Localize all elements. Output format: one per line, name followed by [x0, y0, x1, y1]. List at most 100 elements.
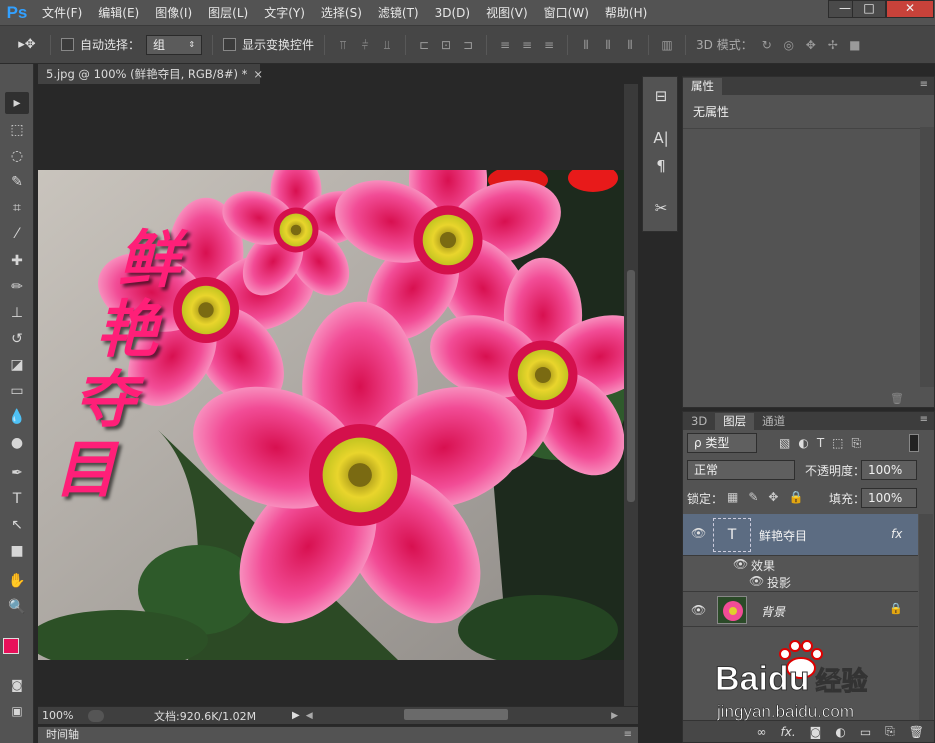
distribute-hcenter-icon[interactable]: ⦀	[600, 38, 616, 52]
horizontal-scrollbar-thumb[interactable]	[404, 709, 508, 720]
tab-channels[interactable]: 通道	[754, 413, 793, 430]
auto-select-checkbox[interactable]	[61, 38, 74, 51]
properties-menu-icon[interactable]: ≡	[920, 79, 928, 90]
menu-type[interactable]: 文字(Y)	[256, 0, 313, 26]
distribute-left-icon[interactable]: ⦀	[578, 38, 594, 52]
layer-row-background[interactable]: 👁 背景 🔒	[683, 593, 918, 627]
character-panel-icon[interactable]: A|	[649, 127, 673, 149]
opacity-input[interactable]: 100%	[861, 460, 917, 480]
filter-type-icon[interactable]: T	[817, 436, 824, 450]
timeline-panel-tab[interactable]: 时间轴 ≡	[38, 726, 638, 743]
move-tool-preset-icon[interactable]: ▸✥	[14, 37, 40, 52]
canvas-text-layer[interactable]: 鲜 艳 夺 目	[54, 225, 188, 525]
blend-mode-dropdown[interactable]: 正常	[687, 460, 795, 480]
align-hcenter-icon[interactable]: ⊡	[438, 38, 454, 52]
distribute-vcenter-icon[interactable]: ≡	[519, 38, 535, 52]
menu-3d[interactable]: 3D(D)	[427, 0, 478, 26]
brush-tool-icon[interactable]: ✏	[5, 276, 29, 298]
history-panel-icon[interactable]: ⊟	[649, 85, 673, 107]
tab-3d[interactable]: 3D	[683, 413, 715, 430]
quick-select-tool-icon[interactable]: ✎	[5, 171, 29, 193]
dodge-tool-icon[interactable]: ●	[5, 432, 29, 454]
healing-brush-tool-icon[interactable]: ✚	[5, 250, 29, 272]
layer-visibility-eye-icon[interactable]: 👁	[691, 526, 706, 540]
auto-align-icon[interactable]: ▥	[659, 38, 675, 52]
status-menu-arrow-icon[interactable]: ▶	[292, 710, 300, 721]
eyedropper-tool-icon[interactable]: ⁄	[5, 223, 29, 245]
scroll-right-arrow-icon[interactable]: ▶	[611, 711, 618, 721]
layer-name[interactable]: 背景	[761, 603, 785, 620]
zoom-level[interactable]: 100%	[38, 709, 88, 722]
menu-view[interactable]: 视图(V)	[478, 0, 536, 26]
auto-select-dropdown[interactable]: 组 ⇕	[146, 34, 203, 55]
screen-mode-icon[interactable]: ▣	[5, 700, 29, 722]
crop-tool-icon[interactable]: ⌗	[5, 197, 29, 219]
align-bottom-icon[interactable]: ⫫	[379, 38, 395, 52]
close-document-icon[interactable]: ×	[253, 67, 263, 81]
menu-file[interactable]: 文件(F)	[34, 0, 90, 26]
tools-presets-icon[interactable]: ✂	[649, 197, 673, 219]
menu-image[interactable]: 图像(I)	[147, 0, 200, 26]
pen-tool-icon[interactable]: ✒	[5, 462, 29, 484]
layer-row-text[interactable]: 👁 T 鲜艳夺目 fx	[683, 514, 918, 556]
history-brush-tool-icon[interactable]: ↺	[5, 328, 29, 350]
menu-edit[interactable]: 编辑(E)	[90, 0, 147, 26]
3d-drag-icon[interactable]: ✥	[803, 38, 819, 52]
align-top-icon[interactable]: ⫪	[335, 38, 351, 52]
zoom-tool-icon[interactable]: 🔍	[5, 596, 29, 618]
layer-filter-dropdown[interactable]: ρ 类型	[687, 433, 757, 453]
3d-rotate-icon[interactable]: ↻	[759, 38, 775, 52]
align-left-icon[interactable]: ⊏	[416, 38, 432, 52]
distribute-top-icon[interactable]: ≡	[497, 38, 513, 52]
filter-smart-object-icon[interactable]: ⎘	[852, 436, 862, 451]
quick-mask-icon[interactable]: ◙	[5, 674, 29, 696]
fill-input[interactable]: 100%	[861, 488, 917, 508]
restore-button[interactable]: □	[852, 0, 886, 18]
menu-select[interactable]: 选择(S)	[313, 0, 370, 26]
effects-visibility-eye-icon[interactable]: 👁	[733, 557, 748, 571]
drop-shadow-visibility-eye-icon[interactable]: 👁	[749, 574, 764, 588]
3d-roll-icon[interactable]: ◎	[781, 38, 797, 52]
layer-fx-badge[interactable]: fx	[891, 527, 902, 541]
properties-scrollbar[interactable]	[920, 127, 934, 387]
drop-shadow-label[interactable]: 投影	[767, 574, 791, 591]
paragraph-panel-icon[interactable]: ¶	[649, 155, 673, 177]
lock-pixels-icon[interactable]: ✎	[748, 490, 758, 504]
foreground-color-swatch[interactable]	[3, 638, 19, 654]
distribute-right-icon[interactable]: ⦀	[622, 38, 638, 52]
layers-menu-icon[interactable]: ≡	[920, 414, 928, 425]
marquee-tool-icon[interactable]: ⬚	[5, 119, 29, 141]
eraser-tool-icon[interactable]: ◪	[5, 354, 29, 376]
filter-adjustment-icon[interactable]: ◐	[798, 436, 808, 450]
path-select-tool-icon[interactable]: ↖	[5, 514, 29, 536]
hand-tool-icon[interactable]: ✋	[5, 570, 29, 592]
filter-toggle[interactable]	[909, 434, 919, 452]
scroll-left-arrow-icon[interactable]: ◀	[306, 711, 313, 721]
lasso-tool-icon[interactable]: ◌	[5, 145, 29, 167]
gradient-tool-icon[interactable]: ▭	[5, 380, 29, 402]
close-window-button[interactable]: ✕	[886, 0, 934, 18]
menu-help[interactable]: 帮助(H)	[597, 0, 655, 26]
menu-window[interactable]: 窗口(W)	[536, 0, 597, 26]
trash-icon[interactable]: 🗑	[890, 392, 904, 405]
lock-all-icon[interactable]: 🔒	[788, 490, 803, 504]
vertical-scrollbar-thumb[interactable]	[627, 270, 635, 502]
lock-position-icon[interactable]: ✥	[768, 490, 778, 504]
blur-tool-icon[interactable]: 💧	[5, 406, 29, 428]
tab-layers[interactable]: 图层	[715, 413, 755, 430]
menu-filter[interactable]: 滤镜(T)	[370, 0, 427, 26]
rectangle-tool-icon[interactable]: ■	[5, 540, 29, 562]
canvas-image[interactable]: 鲜 艳 夺 目	[38, 170, 624, 660]
show-transform-checkbox[interactable]	[223, 38, 237, 51]
filter-pixel-icon[interactable]: ▧	[779, 436, 790, 450]
3d-slide-icon[interactable]: ✢	[825, 38, 841, 52]
timeline-menu-icon[interactable]: ≡	[624, 727, 632, 743]
effects-label[interactable]: 效果	[751, 557, 775, 574]
align-right-icon[interactable]: ⊐	[460, 38, 476, 52]
layer-visibility-eye-icon[interactable]: 👁	[691, 603, 706, 617]
document-tab[interactable]: 5.jpg @ 100% (鲜艳夺目, RGB/8#) * ×	[38, 64, 263, 84]
move-tool-icon[interactable]: ▸	[5, 92, 29, 114]
clone-stamp-tool-icon[interactable]: ⊥	[5, 302, 29, 324]
status-info-icon[interactable]	[88, 709, 104, 722]
menu-layer[interactable]: 图层(L)	[200, 0, 256, 26]
